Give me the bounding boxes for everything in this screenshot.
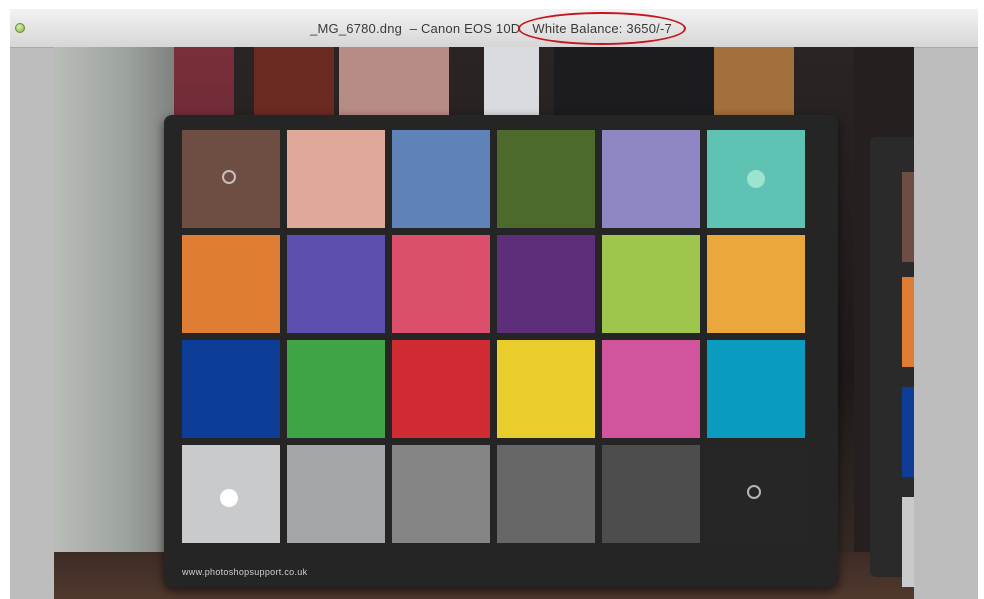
card-url-text: www.photoshopsupport.co.uk: [182, 567, 308, 577]
book-spine: [54, 47, 174, 599]
color-swatch: [497, 235, 595, 333]
book-spine: [339, 47, 449, 117]
book-spine: [484, 47, 539, 117]
color-swatch: [497, 130, 595, 228]
swatch-grid: [182, 130, 805, 543]
color-swatch: [287, 445, 385, 543]
sample-point-marker[interactable]: [222, 170, 236, 184]
color-swatch: [392, 235, 490, 333]
color-swatch: [182, 235, 280, 333]
side-swatch: [902, 497, 914, 587]
book-spine: [714, 47, 794, 117]
color-swatch: [287, 130, 385, 228]
app-window: _MG_6780.dng – Canon EOS 10D White Balanc…: [10, 9, 978, 599]
book-spine: [554, 47, 724, 117]
photo-preview: www.photoshopsupport.co.uk: [54, 47, 914, 599]
sample-point-marker[interactable]: [220, 489, 238, 507]
color-swatch: [707, 445, 805, 543]
white-balance-label: White Balance: 3650/-7: [518, 12, 686, 45]
color-swatch: [182, 445, 280, 543]
color-swatch: [707, 340, 805, 438]
color-swatch: [392, 445, 490, 543]
sample-point-marker[interactable]: [747, 485, 761, 499]
book-spine: [254, 47, 334, 117]
color-swatch: [602, 445, 700, 543]
color-swatch: [392, 340, 490, 438]
color-swatch: [287, 235, 385, 333]
color-swatch: [602, 235, 700, 333]
title-bar: _MG_6780.dng – Canon EOS 10D White Balanc…: [10, 9, 978, 48]
color-swatch: [497, 340, 595, 438]
color-swatch: [497, 445, 595, 543]
color-swatch: [707, 130, 805, 228]
side-swatch: [902, 172, 914, 262]
sample-point-marker[interactable]: [747, 170, 765, 188]
file-title: _MG_6780.dng – Canon EOS 10D: [310, 21, 521, 36]
color-swatch: [182, 130, 280, 228]
color-swatch: [287, 340, 385, 438]
color-swatch: [182, 340, 280, 438]
color-swatch: [707, 235, 805, 333]
side-swatch: [902, 277, 914, 367]
side-swatch: [902, 387, 914, 477]
side-color-card: [870, 137, 914, 587]
window-title: _MG_6780.dng – Canon EOS 10D White Balanc…: [10, 12, 978, 45]
color-checker-card: www.photoshopsupport.co.uk: [164, 115, 838, 587]
color-swatch: [602, 340, 700, 438]
color-swatch: [602, 130, 700, 228]
color-swatch: [392, 130, 490, 228]
